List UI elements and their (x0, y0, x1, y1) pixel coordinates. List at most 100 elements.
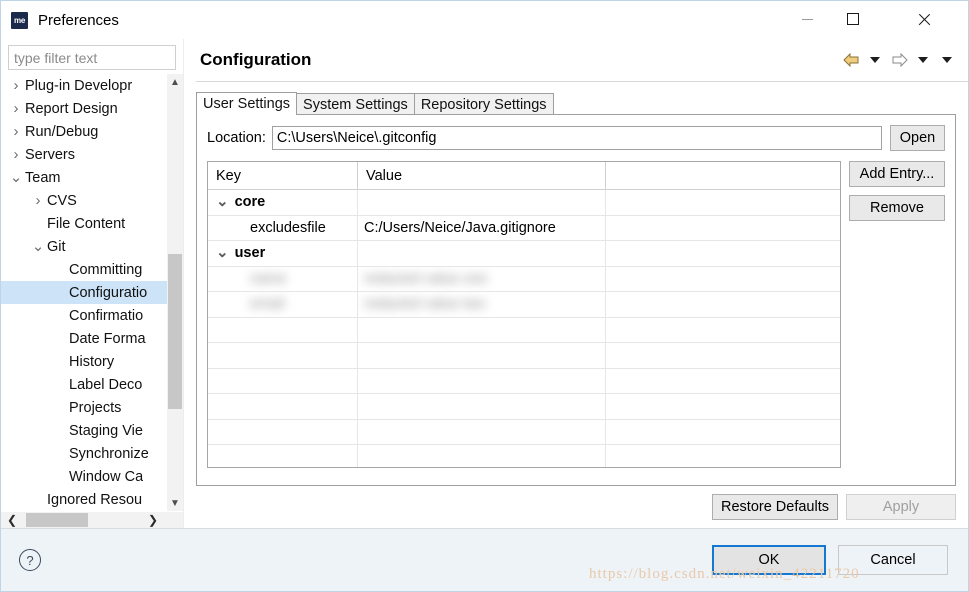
sidebar-item-servers[interactable]: ›Servers (1, 143, 183, 166)
help-icon[interactable]: ? (19, 549, 41, 571)
chevron-right-icon[interactable]: › (29, 193, 47, 208)
minimize-button[interactable] (784, 1, 830, 37)
tree-horizontal-scrollbar[interactable]: ❮ ❯ (1, 511, 183, 528)
cell-key: name (208, 267, 358, 292)
cell-extra (606, 267, 840, 292)
chevron-down-icon[interactable]: ⌄ (7, 174, 25, 182)
open-button[interactable]: Open (890, 125, 945, 151)
tree-vscroll-thumb[interactable] (168, 254, 182, 409)
back-history-button[interactable] (864, 49, 886, 71)
cell-value (358, 190, 606, 215)
table-row[interactable]: excludesfileC:/Users/Neice/Java.gitignor… (208, 216, 840, 242)
table-row[interactable] (208, 318, 840, 344)
page-header: Configuration (196, 39, 968, 82)
config-table[interactable]: Key Value ⌄coreexcludesfileC:/Users/Neic… (207, 161, 841, 468)
tab-system-settings[interactable]: System Settings (296, 93, 415, 115)
tab-repository-settings[interactable]: Repository Settings (414, 93, 554, 115)
column-header-extra[interactable] (606, 162, 840, 189)
tab-label: System Settings (303, 97, 408, 113)
remove-button[interactable]: Remove (849, 195, 945, 221)
sidebar-item-label: Team (25, 170, 60, 186)
preferences-page: Configuration (184, 39, 968, 528)
cell-value (358, 420, 606, 445)
cell-key (208, 369, 358, 394)
sidebar-item-confirmatio[interactable]: Confirmatio (1, 304, 183, 327)
sidebar-item-label: Servers (25, 147, 75, 163)
forward-button[interactable] (888, 49, 910, 71)
scroll-right-button[interactable]: ❯ (145, 512, 161, 528)
sidebar-item-window-ca[interactable]: Window Ca (1, 465, 183, 488)
cell-value (358, 318, 606, 343)
sidebar-item-committing[interactable]: Committing (1, 258, 183, 281)
chevron-down-icon (942, 57, 952, 63)
table-row[interactable]: nameredacted value one (208, 267, 840, 293)
forward-history-button[interactable] (912, 49, 934, 71)
back-button[interactable] (840, 49, 862, 71)
sidebar-item-file-content[interactable]: File Content (1, 212, 183, 235)
sidebar-item-cvs[interactable]: ›CVS (1, 189, 183, 212)
tree-items: ›Plug-in Developr›Report Design›Run/Debu… (1, 74, 183, 511)
ok-button[interactable]: OK (712, 545, 826, 575)
sidebar-item-run-debug[interactable]: ›Run/Debug (1, 120, 183, 143)
view-menu-button[interactable] (936, 49, 958, 71)
chevron-right-icon[interactable]: › (7, 78, 25, 93)
scroll-left-button[interactable]: ❮ (4, 512, 20, 528)
filter-input[interactable]: type filter text (8, 45, 176, 70)
sidebar-item-ignored-resou[interactable]: Ignored Resou (1, 488, 183, 511)
table-row[interactable]: ⌄core (208, 190, 840, 216)
sidebar-item-projects[interactable]: Projects (1, 396, 183, 419)
chevron-down-icon[interactable]: ⌄ (216, 198, 229, 206)
table-row[interactable] (208, 445, 840, 468)
cell-extra (606, 420, 840, 445)
scroll-down-button[interactable]: ▼ (167, 495, 183, 511)
sidebar-item-date-forma[interactable]: Date Forma (1, 327, 183, 350)
key-text: excludesfile (250, 220, 326, 236)
preferences-tree: ›Plug-in Developr›Report Design›Run/Debu… (1, 74, 183, 511)
table-side-buttons: Add Entry... Remove (849, 161, 945, 221)
scroll-up-button[interactable]: ▲ (167, 74, 183, 90)
tab-user-settings[interactable]: User Settings (196, 92, 297, 115)
window-title: Preferences (38, 12, 119, 29)
cell-key: excludesfile (208, 216, 358, 241)
sidebar-item-configuratio[interactable]: Configuratio (1, 281, 183, 304)
table-row[interactable]: ⌄user (208, 241, 840, 267)
chevron-right-icon[interactable]: › (7, 101, 25, 116)
sidebar-item-label: Plug-in Developr (25, 78, 132, 94)
cell-extra (606, 394, 840, 419)
sidebar-item-plug-in-developr[interactable]: ›Plug-in Developr (1, 74, 183, 97)
sidebar-item-staging-vie[interactable]: Staging Vie (1, 419, 183, 442)
add-entry-button[interactable]: Add Entry... (849, 161, 945, 187)
location-input[interactable]: C:\Users\Neice\.gitconfig (272, 126, 882, 150)
tree-hscroll-thumb[interactable] (26, 513, 88, 527)
cell-key: ⌄user (208, 241, 358, 266)
chevron-down-icon[interactable]: ⌄ (29, 243, 47, 251)
sidebar-item-label: Ignored Resou (47, 492, 142, 508)
sidebar-item-label-deco[interactable]: Label Deco (1, 373, 183, 396)
chevron-down-icon[interactable]: ⌄ (216, 249, 229, 257)
table-row[interactable] (208, 343, 840, 369)
table-row[interactable] (208, 369, 840, 395)
maximize-icon (847, 13, 859, 25)
cell-extra (606, 241, 840, 266)
close-button[interactable] (900, 1, 946, 37)
sidebar-item-team[interactable]: ⌄Team (1, 166, 183, 189)
sidebar-item-report-design[interactable]: ›Report Design (1, 97, 183, 120)
settings-tabs: User Settings System Settings Repository S… (196, 92, 968, 115)
cancel-button[interactable]: Cancel (838, 545, 948, 575)
sidebar-item-history[interactable]: History (1, 350, 183, 373)
column-header-key[interactable]: Key (208, 162, 358, 189)
sidebar-item-git[interactable]: ⌄Git (1, 235, 183, 258)
maximize-button[interactable] (830, 1, 876, 37)
chevron-right-icon[interactable]: › (7, 124, 25, 139)
table-row[interactable]: emailredacted value two (208, 292, 840, 318)
column-header-value[interactable]: Value (358, 162, 606, 189)
restore-defaults-button[interactable]: Restore Defaults (712, 494, 838, 520)
chevron-right-icon[interactable]: › (7, 147, 25, 162)
apply-button[interactable]: Apply (846, 494, 956, 520)
cell-value (358, 369, 606, 394)
table-header: Key Value (208, 162, 840, 190)
table-row[interactable] (208, 394, 840, 420)
tree-vertical-scrollbar[interactable]: ▲ ▼ (167, 74, 183, 511)
table-row[interactable] (208, 420, 840, 446)
sidebar-item-synchronize[interactable]: Synchronize (1, 442, 183, 465)
